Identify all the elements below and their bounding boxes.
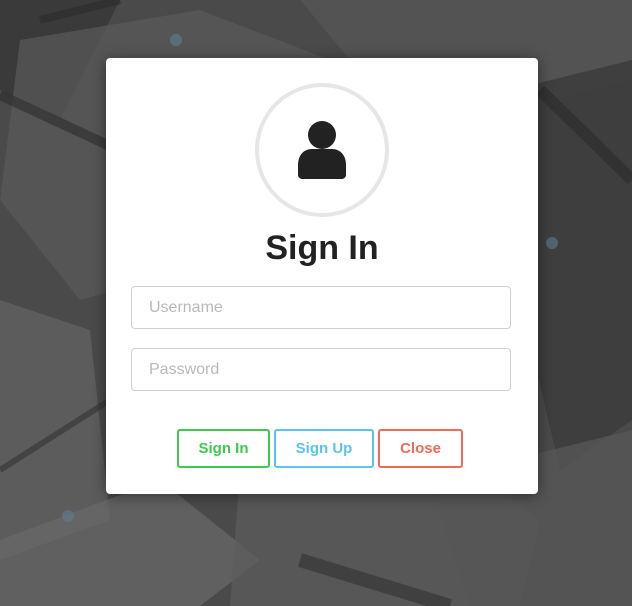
sign-up-button[interactable]: Sign Up (274, 429, 374, 468)
password-input[interactable] (131, 348, 511, 391)
username-input[interactable] (131, 286, 511, 329)
user-icon (298, 121, 346, 179)
avatar (255, 83, 389, 217)
dialog-title: Sign In (265, 229, 379, 267)
close-button[interactable]: Close (378, 429, 463, 468)
sign-in-dialog: Sign In Sign In Sign Up Close (106, 58, 538, 494)
sign-in-button[interactable]: Sign In (177, 429, 270, 468)
